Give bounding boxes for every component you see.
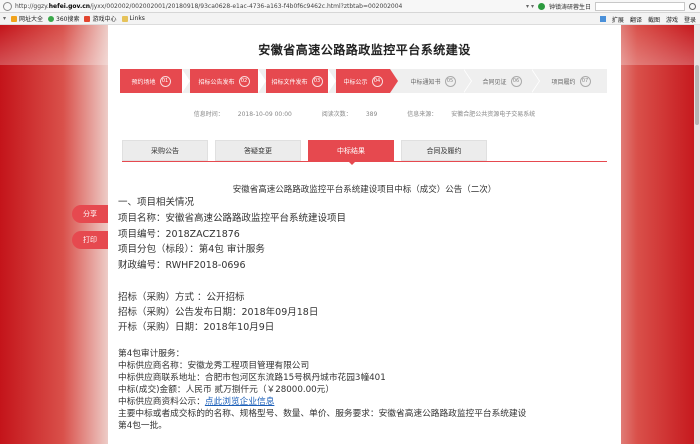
step-divider bbox=[463, 69, 471, 93]
address-dropdown-icon[interactable]: ▾ ▾ bbox=[526, 3, 534, 10]
trending-search-text[interactable]: 钟镇涛研蓉生日 bbox=[549, 2, 591, 11]
translate-button[interactable]: 翻译 bbox=[630, 15, 642, 24]
screenshot-button[interactable]: 截图 bbox=[648, 15, 660, 24]
finance-number: 财政编号：RWHF2018-0696 bbox=[118, 260, 246, 271]
search-engine-icon[interactable] bbox=[537, 3, 545, 10]
address-url[interactable]: http://ggzy.hefei.gov.cn/jyxx/002002/002… bbox=[15, 3, 485, 10]
step-3[interactable]: 招标文件发布 03 bbox=[266, 69, 328, 93]
project-number: 项目编号：2018ZACZ1876 bbox=[118, 229, 240, 240]
step-7[interactable]: 项目履约 07 bbox=[540, 69, 602, 93]
tab-procurement-notice[interactable]: 采购公告 bbox=[122, 140, 208, 161]
section-heading: 一、项目相关情况 bbox=[118, 197, 195, 208]
page-title: 安徽省高速公路路政监控平台系统建设 bbox=[258, 43, 471, 57]
tab-qa-changes[interactable]: 答疑变更 bbox=[215, 140, 301, 161]
bookmark-item[interactable]: Links bbox=[121, 15, 145, 22]
company-info-link[interactable]: 点此浏览企业信息 bbox=[205, 397, 275, 407]
expand-button[interactable]: 扩展 bbox=[612, 15, 624, 24]
project-name: 项目名称：安徽省高速公路路政监控平台系统建设项目 bbox=[118, 213, 347, 224]
grid-icon[interactable] bbox=[599, 16, 606, 22]
share-button[interactable]: 分享 bbox=[72, 205, 108, 223]
360-search-icon bbox=[48, 15, 55, 22]
tab-bar: 采购公告 答疑变更 中标结果 合同及履约 bbox=[122, 140, 607, 165]
tab-award-result[interactable]: 中标结果 bbox=[308, 140, 394, 165]
award-requirement: 主要中标或者成交标的的名称、规格型号、数量、单价、服务要求：安徽省高速公路路政监… bbox=[118, 409, 527, 419]
winner-info: 中标供应商资料公示：点此浏览企业信息 bbox=[118, 397, 275, 407]
award-quantity: 第4包一批。 bbox=[118, 421, 167, 431]
step-2[interactable]: 招标公告发布 02 bbox=[190, 69, 258, 93]
folder-icon bbox=[121, 15, 128, 22]
chevron-down-icon[interactable]: ▾ bbox=[3, 15, 6, 22]
progress-steps: 预约场地 01 招标公告发布 02 招标文件发布 03 中标公示 04 中标通知书 05 … bbox=[120, 69, 607, 93]
procurement-method: 招标（采购）方式 ：公开招标 bbox=[118, 292, 245, 303]
scrollbar[interactable] bbox=[694, 25, 700, 444]
project-lot: 项目分包（标段）：第4包 审计服务 bbox=[118, 244, 265, 255]
scrollbar-thumb[interactable] bbox=[695, 65, 699, 125]
globe-icon bbox=[3, 1, 12, 11]
step-1[interactable]: 预约场地 01 bbox=[120, 69, 182, 93]
main-panel: 安徽省高速公路路政监控平台系统建设 预约场地 01 招标公告发布 02 招标文件发布… bbox=[108, 25, 621, 444]
lot-heading: 第4包审计服务： bbox=[118, 349, 185, 359]
favorite-icon bbox=[11, 15, 18, 22]
info-source: 安徽合肥公共资源电子交易系统 bbox=[451, 111, 536, 118]
login-button[interactable]: 登录 bbox=[684, 15, 696, 24]
tab-underline bbox=[122, 161, 607, 162]
info-time: 2018-10-09 00:00 bbox=[237, 111, 292, 118]
games-button[interactable]: 游戏 bbox=[666, 15, 678, 24]
publish-date: 招标（采购）公告发布日期：2018年09月18日 bbox=[118, 307, 319, 318]
winner-name: 中标供应商名称：安徽龙秀工程项目管理有限公司 bbox=[118, 361, 310, 371]
step-6[interactable]: 合同见证 06 bbox=[472, 69, 532, 93]
award-amount: 中标(成交)金额：人民币 贰万捌仟元（￥28000.00元） bbox=[118, 385, 335, 395]
step-divider bbox=[328, 69, 336, 93]
step-5[interactable]: 中标通知书 05 bbox=[402, 69, 464, 93]
step-divider bbox=[182, 69, 190, 93]
bookmark-item[interactable]: 游戏中心 bbox=[84, 14, 117, 23]
search-icon[interactable] bbox=[689, 3, 696, 10]
doc-title: 安徽省高速公路路政监控平台系统建设项目中标（成交）公告（二次） bbox=[232, 185, 497, 195]
print-button[interactable]: 打印 bbox=[72, 231, 108, 249]
info-meta: 信息时间： 2018-10-09 00:00 阅读次数： 389 信息来源： 安徽合肥… bbox=[193, 111, 536, 118]
search-input[interactable] bbox=[595, 2, 685, 11]
bookmark-item[interactable]: 360搜索 bbox=[48, 14, 79, 23]
step-divider bbox=[258, 69, 266, 93]
opening-date: 开标（采购）日期：2018年10月9日 bbox=[118, 322, 275, 333]
step-divider bbox=[531, 69, 539, 93]
step-divider bbox=[390, 69, 398, 93]
tab-contract[interactable]: 合同及履约 bbox=[401, 140, 487, 161]
view-count: 389 bbox=[365, 111, 378, 118]
game-icon bbox=[84, 15, 91, 22]
address-bar[interactable]: http://ggzy.hefei.gov.cn/jyxx/002002/002… bbox=[0, 0, 700, 13]
step-4[interactable]: 中标公示 04 bbox=[336, 69, 390, 93]
winner-address: 中标供应商联系地址：合肥市包河区东流路15号枫丹城市花园3幢401 bbox=[118, 373, 386, 383]
bookmark-item[interactable]: 网址大全 bbox=[11, 14, 43, 23]
bookmark-bar: ▾ 网址大全 360搜索 游戏中心 Links 扩展 翻译 截图 游戏 登录 bbox=[0, 13, 700, 25]
